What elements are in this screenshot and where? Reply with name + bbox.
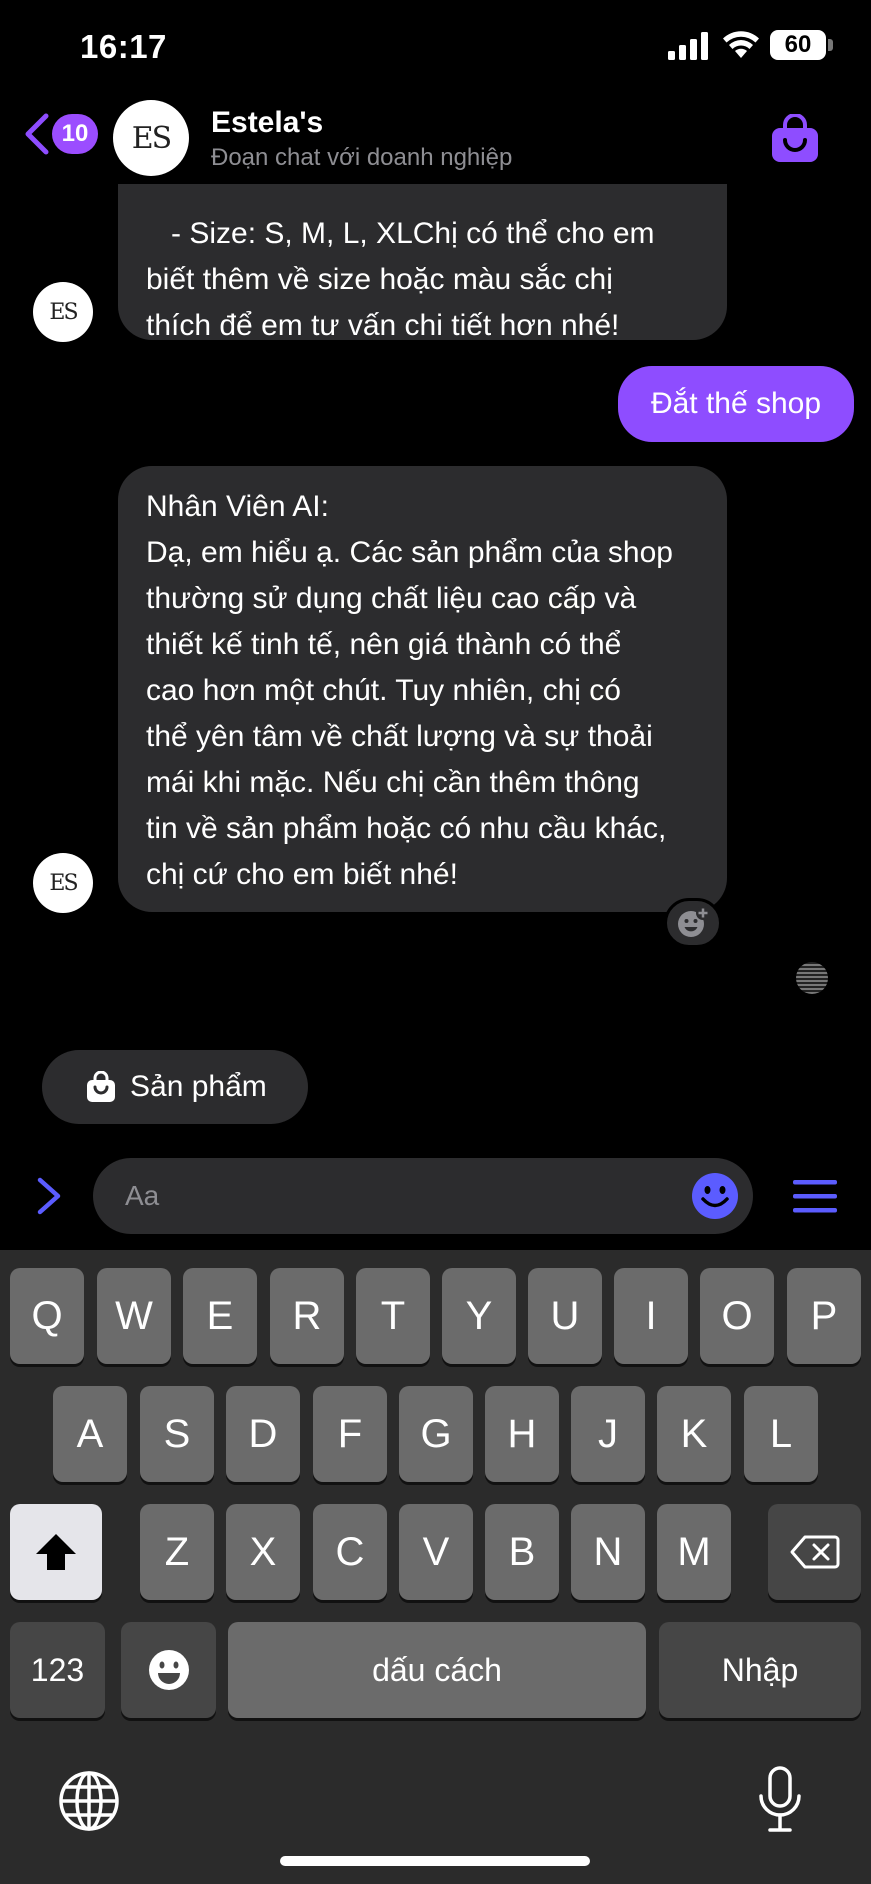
business-logo: ES <box>49 299 78 325</box>
key-e[interactable]: E <box>183 1268 257 1364</box>
key-j[interactable]: J <box>571 1386 645 1482</box>
backspace-icon <box>790 1535 839 1569</box>
key-w[interactable]: W <box>97 1268 171 1364</box>
key-x[interactable]: X <box>226 1504 300 1600</box>
key-d[interactable]: D <box>226 1386 300 1482</box>
message-line: thiết kế tinh tế, nên giá thành có thể <box>146 628 622 661</box>
menu-icon[interactable] <box>791 1176 839 1216</box>
numbers-key[interactable]: 123 <box>10 1622 105 1718</box>
key-q[interactable]: Q <box>10 1268 84 1364</box>
cellular-signal-icon <box>668 32 708 60</box>
message-line: thích để em tư vấn chi tiết hơn nhé! <box>146 309 620 342</box>
message-line: biết thêm về size hoặc màu sắc chị <box>146 263 613 296</box>
quick-reply-label: Sản phẩm <box>130 1070 267 1103</box>
quick-reply-products-button[interactable]: Sản phẩm <box>42 1050 308 1124</box>
message-line: tin về sản phẩm hoặc có nhu cầu khác, <box>146 812 667 845</box>
message-line: - Size: S, M, L, XLChị có thể cho em <box>146 217 655 250</box>
key-b[interactable]: B <box>485 1504 559 1600</box>
message-line: chị cứ cho em biết nhé! <box>146 858 458 891</box>
shopping-bag-icon[interactable] <box>770 114 820 164</box>
home-indicator <box>280 1856 590 1866</box>
key-y[interactable]: Y <box>442 1268 516 1364</box>
key-u[interactable]: U <box>528 1268 602 1364</box>
battery-indicator: 60 <box>770 30 826 60</box>
message-bubble-incoming[interactable]: Nhân Viên AI: Dạ, em hiểu ạ. Các sản phẩ… <box>118 466 727 912</box>
message-line: thường sử dụng chất liệu cao cấp và <box>146 582 637 615</box>
space-key[interactable]: dấu cách <box>228 1622 646 1718</box>
key-c[interactable]: C <box>313 1504 387 1600</box>
key-v[interactable]: V <box>399 1504 473 1600</box>
key-p[interactable]: P <box>787 1268 861 1364</box>
key-i[interactable]: I <box>614 1268 688 1364</box>
emoji-key[interactable] <box>121 1622 216 1718</box>
key-z[interactable]: Z <box>140 1504 214 1600</box>
seen-avatar <box>796 962 828 994</box>
emoji-icon[interactable] <box>691 1172 739 1220</box>
message-line: Nhân Viên AI: <box>146 490 329 523</box>
key-m[interactable]: M <box>657 1504 731 1600</box>
globe-icon[interactable] <box>58 1770 120 1832</box>
key-a[interactable]: A <box>53 1386 127 1482</box>
business-logo: ES <box>49 870 78 896</box>
message-line: Đắt thế shop <box>650 387 822 420</box>
back-button[interactable]: 10 <box>22 110 98 158</box>
add-reaction-icon <box>678 906 710 937</box>
shift-key[interactable] <box>10 1504 102 1600</box>
message-bubble-incoming[interactable]: - Size: S, M, L, XLChị có thể cho em biế… <box>118 164 727 342</box>
sender-avatar[interactable]: ES <box>33 282 93 342</box>
add-reaction-button[interactable] <box>664 898 722 948</box>
shopping-bag-icon <box>87 1071 115 1102</box>
status-time: 16:17 <box>80 28 167 65</box>
keyboard: Q W E R T Y U I O P A S D F G H J K L Z … <box>0 1250 871 1884</box>
key-k[interactable]: K <box>657 1386 731 1482</box>
message-line: cao hơn một chút. Tuy nhiên, chị có <box>146 674 621 707</box>
business-avatar[interactable]: ES <box>113 100 189 176</box>
return-key[interactable]: Nhập <box>659 1622 861 1718</box>
shift-arrow-icon <box>36 1534 76 1570</box>
backspace-key[interactable] <box>768 1504 861 1600</box>
unread-count-badge: 10 <box>52 114 98 154</box>
microphone-icon[interactable] <box>758 1766 802 1836</box>
key-s[interactable]: S <box>140 1386 214 1482</box>
wifi-icon <box>723 31 759 58</box>
chevron-left-icon <box>25 113 49 155</box>
chat-subtitle: Đoạn chat với doanh nghiệp <box>211 144 513 171</box>
chat-header: 10 ES Estela's Đoạn chat với doanh nghiệ… <box>0 96 871 184</box>
message-line: thể yên tâm về chất lượng và sự thoải <box>146 720 653 753</box>
chat-title[interactable]: Estela's <box>211 106 323 140</box>
message-input[interactable] <box>125 1158 665 1234</box>
emoji-icon <box>148 1650 189 1690</box>
chevron-right-icon[interactable] <box>32 1174 66 1218</box>
key-r[interactable]: R <box>270 1268 344 1364</box>
sender-avatar[interactable]: ES <box>33 853 93 913</box>
message-bubble-outgoing[interactable]: Đắt thế shop <box>618 366 854 442</box>
message-line: Dạ, em hiểu ạ. Các sản phẩm của shop <box>146 536 673 569</box>
key-h[interactable]: H <box>485 1386 559 1482</box>
status-bar: 16:17 60 <box>0 0 871 96</box>
key-t[interactable]: T <box>356 1268 430 1364</box>
key-n[interactable]: N <box>571 1504 645 1600</box>
battery-tip <box>828 39 833 51</box>
key-o[interactable]: O <box>700 1268 774 1364</box>
key-f[interactable]: F <box>313 1386 387 1482</box>
message-line: mái khi mặc. Nếu chị cần thêm thông <box>146 766 640 799</box>
business-logo: ES <box>131 120 172 156</box>
message-composer <box>93 1158 753 1234</box>
key-l[interactable]: L <box>744 1386 818 1482</box>
key-g[interactable]: G <box>399 1386 473 1482</box>
